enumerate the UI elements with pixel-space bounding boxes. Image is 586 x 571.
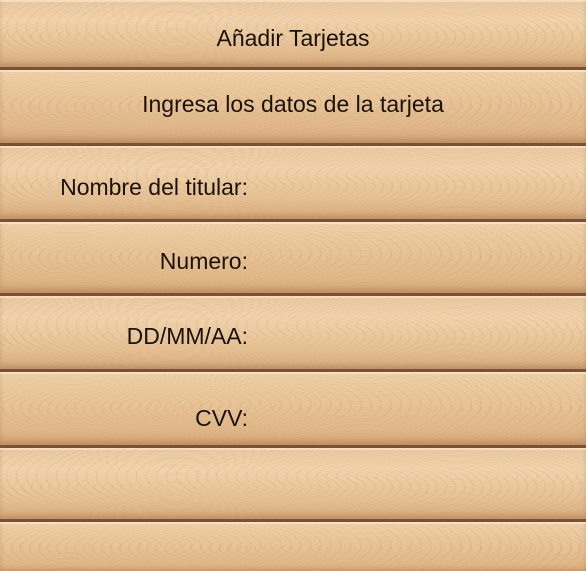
page-title: Añadir Tarjetas (216, 25, 370, 51)
cvv-input[interactable] (256, 400, 582, 434)
page-subtitle: Ingresa los datos de la tarjeta (142, 91, 444, 117)
cvv-label: CVV: (195, 405, 248, 431)
card-number-label: Numero: (159, 248, 248, 274)
expiry-date-label: DD/MM/AA: (126, 323, 248, 349)
add-cards-screen: Añadir Tarjetas Ingresa los datos de la … (0, 0, 586, 571)
holder-name-label: Nombre del titular: (60, 174, 248, 200)
holder-name-input[interactable] (256, 169, 582, 203)
wood-plank (0, 522, 586, 571)
wood-plank (0, 448, 586, 522)
expiry-date-input[interactable] (256, 318, 582, 352)
card-number-input[interactable] (256, 243, 582, 277)
